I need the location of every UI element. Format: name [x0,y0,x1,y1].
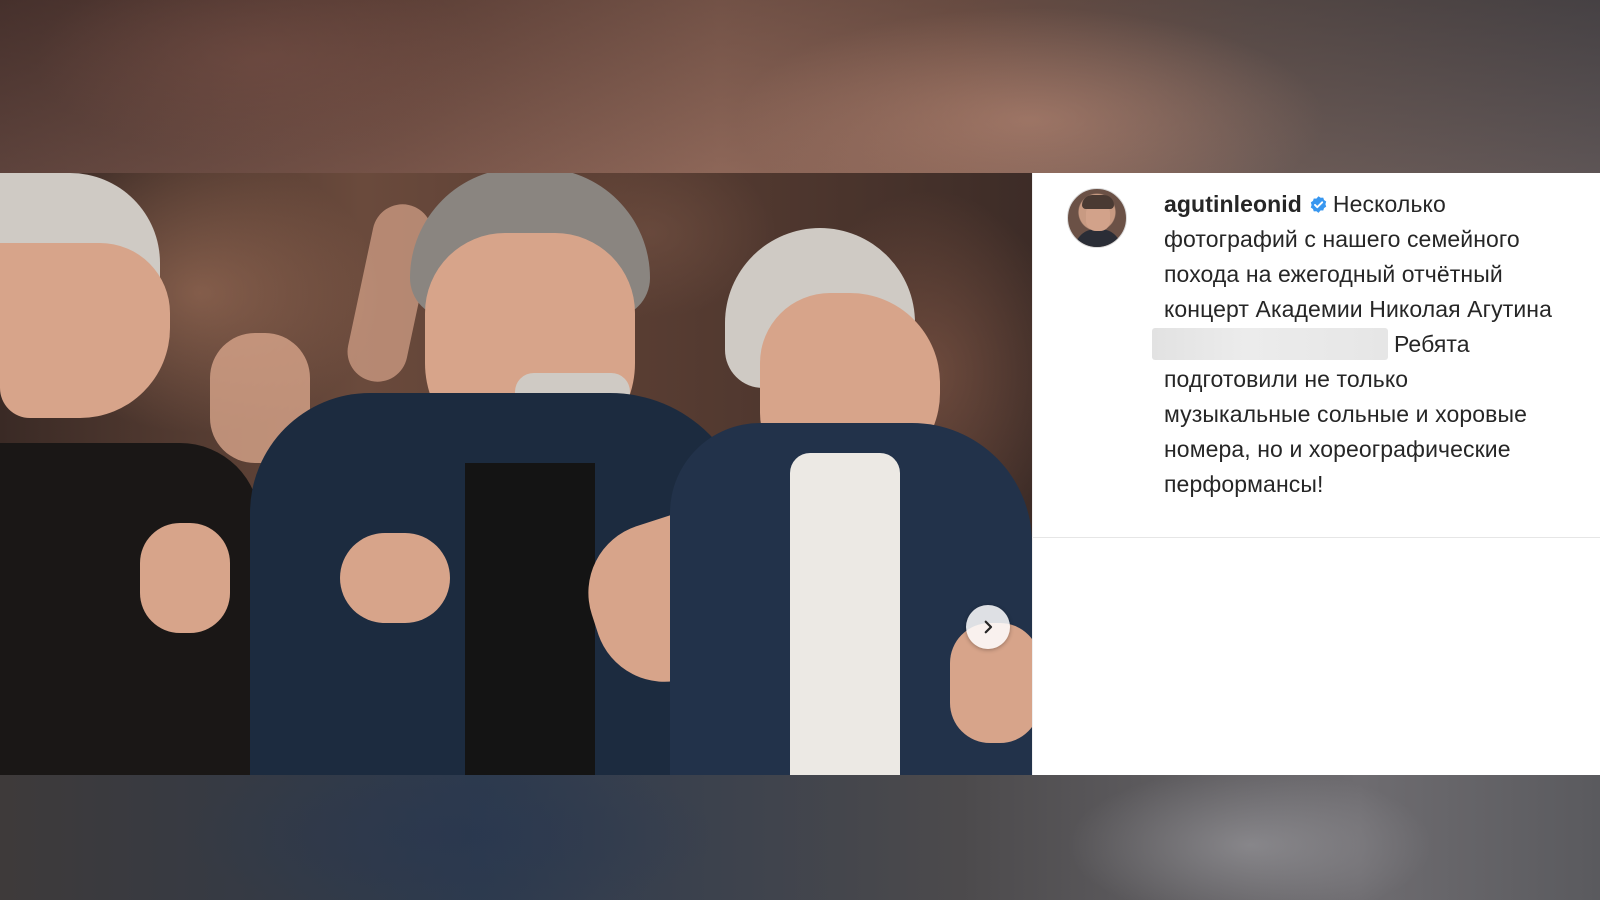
avatar[interactable] [1067,188,1127,248]
carousel-next-button[interactable] [966,605,1010,649]
caption-line-6: подготовили не только [1164,366,1409,392]
post-caption: agutinleonid Несколько фотографий с наше… [1152,187,1600,502]
caption-line-7: музыкальные сольные и хоровые [1164,401,1527,427]
caption-line-8: номера, но и хореографические [1164,436,1511,462]
photo-person-right [670,173,1032,775]
username-link[interactable]: agutinleonid [1164,191,1302,217]
caption-block: agutinleonid Несколько фотографий с наше… [1033,173,1600,538]
verified-badge-icon [1310,196,1327,213]
caption-line-1: Несколько [1332,191,1446,217]
redacted-mention [1152,328,1388,360]
caption-line-9: перформансы! [1164,471,1324,497]
blurred-backdrop: agutinleonid Несколько фотографий с наше… [0,0,1600,900]
caption-line-5: Ребята [1394,331,1470,357]
blurred-backdrop-top [0,0,1600,173]
caption-line-3: похода на ежегодный отчётный [1164,261,1503,287]
caption-line-4: концерт Академии Николая Агутина [1164,296,1552,322]
post-photo [0,173,1032,775]
caption-line-2: фотографий с нашего семейного [1164,226,1520,252]
instagram-post: agutinleonid Несколько фотографий с наше… [0,173,1600,775]
chevron-right-icon [984,620,993,634]
post-sidebar: agutinleonid Несколько фотографий с наше… [1032,173,1600,775]
blurred-backdrop-bottom [0,775,1600,900]
